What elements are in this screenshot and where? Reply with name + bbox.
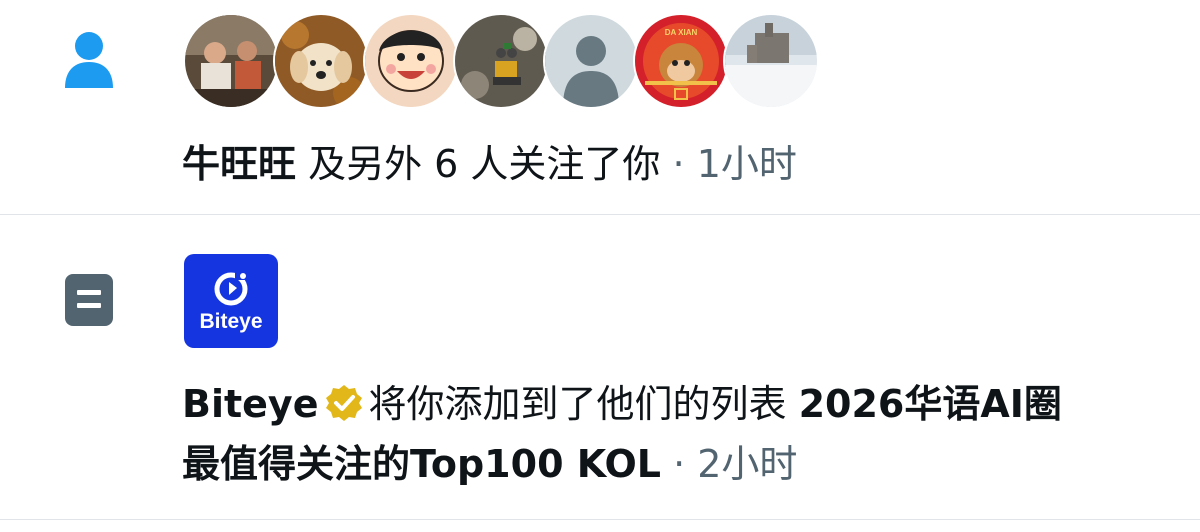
person-icon (65, 32, 113, 88)
notification-text: 将你添加到了他们的列表 (368, 382, 799, 426)
verified-badge-icon (326, 385, 363, 421)
follow-notification-text: 牛旺旺 及另外 6 人关注了你 · 1小时 (182, 140, 797, 188)
avatar-badge-text: DA XIAN (665, 28, 698, 37)
notification-text: 及另外 6 人关注了你 (296, 142, 661, 186)
photo-avatar-people[interactable] (185, 15, 277, 107)
timestamp: 1小时 (696, 142, 797, 186)
snow-campus-avatar[interactable] (725, 15, 817, 107)
robot-toy-avatar[interactable] (455, 15, 547, 107)
separator-dot: · (661, 442, 698, 486)
list-notification-text-line1: Biteye 将你添加到了他们的列表 2026华语AI圈 (182, 380, 1062, 428)
list-icon (65, 274, 113, 326)
follow-notification[interactable]: DA XIAN 牛旺旺 及另外 6 人关注了你 · 1小时 (0, 0, 1200, 214)
divider (0, 519, 1200, 520)
actor-name[interactable]: 牛旺旺 (182, 142, 296, 186)
list-name-continued[interactable]: 最值得关注的Top100 KOL (182, 442, 661, 486)
dog-avatar[interactable] (275, 15, 367, 107)
list-name[interactable]: 2026华语AI圈 (799, 382, 1062, 426)
actor-name[interactable]: Biteye (182, 382, 318, 426)
monkey-king-avatar[interactable]: DA XIAN (635, 15, 727, 107)
cartoon-boy-avatar[interactable] (365, 15, 457, 107)
separator-dot: · (660, 142, 697, 186)
biteye-logo-icon (214, 270, 248, 306)
logo-text: Biteye (199, 310, 263, 333)
timestamp: 2小时 (697, 442, 798, 486)
default-avatar[interactable] (545, 15, 637, 107)
biteye-avatar[interactable]: Biteye (184, 254, 278, 348)
list-notification-text-line2: 最值得关注的Top100 KOL · 2小时 (182, 440, 797, 488)
